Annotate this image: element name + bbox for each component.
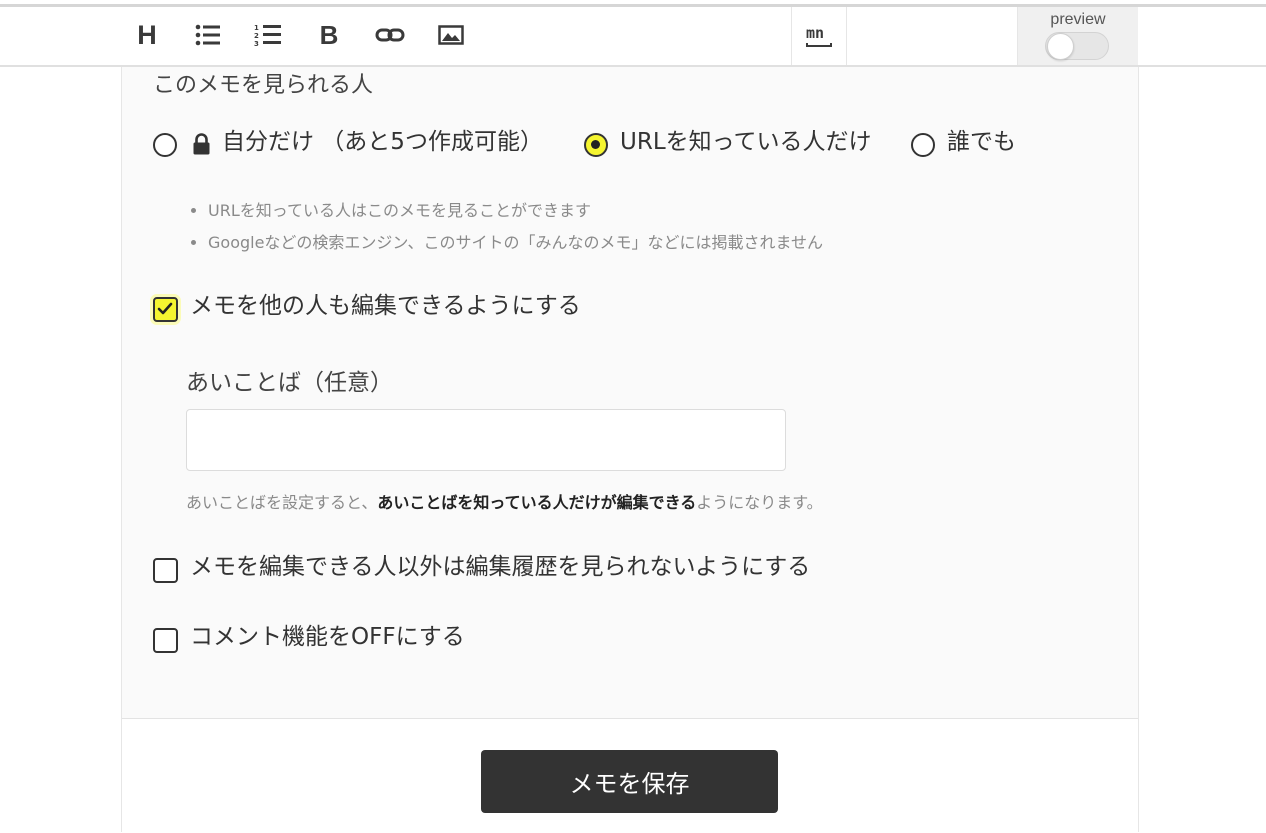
visibility-note: Googleなどの検索エンジン、このサイトの「みんなのメモ」などには掲載されませ… [208, 227, 823, 259]
hint-text-end: ようになります。 [696, 493, 823, 512]
editable-checkbox[interactable] [153, 297, 178, 322]
hint-emphasis: あいことばを知っている人だけが編集できる [377, 493, 697, 512]
svg-text:3: 3 [254, 40, 259, 47]
svg-text:mn: mn [806, 24, 824, 42]
editor-toolbar: H 1 2 3 B mn preview [0, 7, 1266, 67]
link-button[interactable] [375, 21, 405, 49]
bulleted-list-icon [195, 24, 220, 46]
radio-everyone-label[interactable]: 誰でも [947, 127, 1016, 157]
hide-history-label[interactable]: メモを編集できる人以外は編集履歴を見られないようにする [190, 552, 810, 582]
password-input[interactable] [186, 409, 786, 471]
toggle-knob [1047, 33, 1074, 60]
visibility-note: URLを知っている人はこのメモを見ることができます [208, 195, 823, 227]
visibility-notes: URLを知っている人はこのメモを見ることができます Googleなどの検索エンジ… [188, 195, 823, 259]
heading-icon: H [137, 20, 157, 50]
preview-label: preview [1050, 11, 1106, 28]
radio-everyone[interactable] [911, 133, 935, 157]
save-button[interactable]: メモを保存 [481, 750, 778, 813]
bulleted-list-button[interactable] [193, 21, 223, 49]
editable-label[interactable]: メモを他の人も編集できるようにする [190, 291, 581, 321]
hint-text: あいことばを設定すると、 [186, 493, 378, 512]
password-label: あいことば（任意） [186, 370, 393, 396]
radio-private-label[interactable]: 自分だけ （あと5つ作成可能） [222, 127, 543, 157]
settings-panel: このメモを見られる人 自分だけ （あと5つ作成可能） URLを知っている人だけ … [121, 67, 1139, 833]
numbered-list-icon: 1 2 3 [254, 24, 281, 47]
preview-area: preview [1017, 7, 1138, 65]
svg-text:1: 1 [254, 24, 259, 32]
link-icon [375, 28, 405, 42]
comments-off-checkbox[interactable] [153, 628, 178, 653]
image-icon [438, 25, 464, 45]
radio-private[interactable] [153, 133, 177, 157]
numbered-list-button[interactable]: 1 2 3 [253, 21, 283, 49]
radio-url-only-label[interactable]: URLを知っている人だけ [620, 127, 871, 157]
visibility-title: このメモを見られる人 [153, 73, 374, 98]
radio-url-only[interactable] [584, 133, 608, 157]
svg-text:2: 2 [254, 32, 259, 40]
hide-history-checkbox[interactable] [153, 558, 178, 583]
password-hint: あいことばを設定すると、あいことばを知っている人だけが編集できるようになります。 [186, 489, 823, 513]
comments-off-label[interactable]: コメント機能をOFFにする [190, 622, 465, 652]
heading-button[interactable]: H [132, 21, 162, 49]
lock-icon [193, 133, 210, 155]
check-icon [157, 302, 173, 315]
bold-icon: B [319, 20, 339, 50]
markdown-icon: mn [806, 24, 832, 47]
bold-button[interactable]: B [314, 21, 344, 49]
image-button[interactable] [436, 21, 466, 49]
preview-toggle[interactable] [1045, 32, 1109, 60]
markdown-button[interactable]: mn [791, 7, 847, 65]
